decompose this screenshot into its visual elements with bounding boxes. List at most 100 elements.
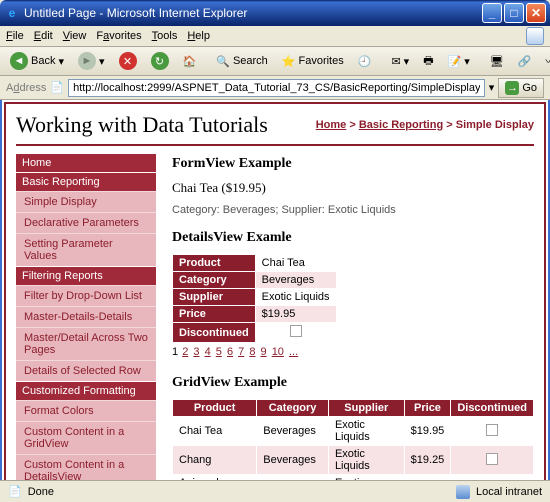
pager-link[interactable]: 7	[238, 346, 244, 358]
menu-file[interactable]: File	[6, 30, 24, 42]
forward-arrow-icon: ►	[78, 52, 96, 70]
zone-icon	[456, 485, 470, 499]
forward-button[interactable]: ► ▾	[74, 50, 109, 72]
crumb-basic[interactable]: Basic Reporting	[359, 119, 443, 131]
sidebar-item[interactable]: Custom Content in a DetailsView	[16, 454, 156, 480]
sidebar-item[interactable]: Details of Selected Row	[16, 360, 156, 381]
detailsview-row: SupplierExotic Liquids	[173, 289, 337, 306]
edit-icon: 📝	[448, 55, 462, 68]
stop-button[interactable]: ✕	[115, 50, 141, 72]
pager-link[interactable]: 4	[205, 346, 211, 358]
dropdown-icon: ▾	[404, 55, 410, 68]
menu-tools[interactable]: Tools	[152, 30, 178, 42]
sidebar-section-header[interactable]: Customized Formatting	[16, 382, 156, 400]
gv-header[interactable]: Category	[257, 400, 329, 417]
sidebar-item[interactable]: Format Colors	[16, 400, 156, 421]
pc-icon: 🖥	[490, 55, 504, 68]
sidebar-item[interactable]: Master-Details-Details	[16, 306, 156, 327]
detailsview-row: ProductChai Tea	[173, 255, 337, 272]
go-button[interactable]: →Go	[498, 78, 544, 98]
formview-line: Chai Tea ($19.95)	[172, 180, 534, 196]
window-buttons: _ □ ✕	[482, 3, 546, 23]
pager-link[interactable]: 8	[249, 346, 255, 358]
pager-link[interactable]: 6	[227, 346, 233, 358]
address-input[interactable]	[68, 79, 485, 97]
print-icon: 🖶	[423, 52, 433, 71]
checkbox-icon	[486, 453, 498, 465]
minimize-button[interactable]: _	[482, 3, 502, 23]
gv-product: Chai Tea	[173, 417, 257, 446]
pager-link[interactable]: 2	[182, 346, 188, 358]
pager-link[interactable]: 5	[216, 346, 222, 358]
extra-button-3[interactable]: 〰	[542, 51, 550, 71]
link-icon: 🔗	[518, 55, 532, 68]
maximize-button[interactable]: □	[504, 3, 524, 23]
edit-button[interactable]: 📝▾	[444, 53, 474, 70]
gv-header[interactable]: Product	[173, 400, 257, 417]
refresh-button[interactable]: ↻	[147, 50, 173, 72]
pager-link[interactable]: 3	[193, 346, 199, 358]
gv-category: Condiments	[257, 475, 329, 481]
search-label: Search	[233, 55, 268, 67]
close-button[interactable]: ✕	[526, 3, 546, 23]
sidebar-item[interactable]: Setting Parameter Values	[16, 233, 156, 266]
search-button[interactable]: 🔍Search	[212, 53, 272, 70]
pager-link[interactable]: 9	[261, 346, 267, 358]
sidebar-section-header[interactable]: Basic Reporting	[16, 173, 156, 191]
extra-button-1[interactable]: 🖥	[486, 53, 508, 70]
back-label: Back	[31, 55, 55, 67]
home-button[interactable]: 🏠	[179, 53, 201, 70]
back-button[interactable]: ◄ Back ▾	[6, 50, 68, 72]
sidebar-item[interactable]: Filter by Drop-Down List	[16, 285, 156, 306]
mail-icon: ✉	[391, 55, 400, 68]
menu-view[interactable]: View	[63, 30, 87, 42]
detailsview-heading: DetailsView Examle	[172, 230, 534, 246]
page-body: Working with Data Tutorials Home > Basic…	[4, 102, 546, 480]
gv-category: Beverages	[257, 446, 329, 475]
pager-link[interactable]: 10	[272, 346, 284, 358]
extra-button-2[interactable]: 🔗	[514, 53, 536, 70]
gridview-header-row: ProductCategorySupplierPriceDiscontinued	[173, 400, 534, 417]
mail-button[interactable]: ✉▾	[387, 53, 413, 70]
print-button[interactable]: 🖶	[419, 50, 437, 73]
history-button[interactable]: 🕘	[354, 53, 376, 70]
page-header: Working with Data Tutorials Home > Basic…	[16, 112, 534, 146]
gv-header[interactable]: Discontinued	[451, 400, 534, 417]
dv-label: Product	[173, 255, 256, 272]
gv-discontinued	[451, 417, 534, 446]
menu-help[interactable]: Help	[187, 30, 210, 42]
sidebar-item[interactable]: Simple Display	[16, 191, 156, 212]
star-icon: ⭐	[282, 55, 296, 68]
sidebar-item[interactable]: Master/Detail Across Two Pages	[16, 327, 156, 360]
formview-heading: FormView Example	[172, 156, 534, 172]
gv-product: Aniseed Syrup	[173, 475, 257, 481]
browser-viewport[interactable]: Working with Data Tutorials Home > Basic…	[0, 100, 550, 480]
crumb-home[interactable]: Home	[316, 119, 347, 131]
crumb-current: Simple Display	[456, 119, 534, 131]
menu-favorites[interactable]: Favorites	[96, 30, 141, 42]
gridview-row: Aniseed SyrupCondimentsExotic Liquids$10…	[173, 475, 534, 481]
sidebar: Home Basic ReportingSimple DisplayDeclar…	[16, 154, 156, 480]
address-dropdown-icon[interactable]: ▾	[489, 81, 495, 94]
dropdown-icon: ▾	[58, 55, 64, 68]
gv-header[interactable]: Supplier	[328, 400, 404, 417]
pager-link[interactable]: ...	[289, 346, 298, 358]
wave-icon: 〰	[546, 53, 550, 69]
sidebar-section-header[interactable]: Filtering Reports	[16, 267, 156, 285]
sidebar-home[interactable]: Home	[16, 154, 156, 172]
dv-value: Exotic Liquids	[255, 289, 336, 306]
status-text: Done	[28, 486, 450, 498]
sidebar-item[interactable]: Declarative Parameters	[16, 212, 156, 233]
detailsview-row: Discontinued	[173, 323, 337, 343]
favorites-button[interactable]: ⭐Favorites	[278, 53, 348, 70]
gv-supplier: Exotic Liquids	[328, 446, 404, 475]
gv-header[interactable]: Price	[404, 400, 451, 417]
sidebar-item[interactable]: Custom Content in a GridView	[16, 421, 156, 454]
dv-value: Beverages	[255, 272, 336, 289]
address-bar: Address 📄 ▾ →Go	[0, 76, 550, 100]
refresh-icon: ↻	[151, 52, 169, 70]
gv-discontinued	[451, 446, 534, 475]
formview-meta: Category: Beverages; Supplier: Exotic Li…	[172, 204, 534, 216]
toolbar: ◄ Back ▾ ► ▾ ✕ ↻ 🏠 🔍Search ⭐Favorites 🕘 …	[0, 46, 550, 76]
menu-edit[interactable]: Edit	[34, 30, 53, 42]
